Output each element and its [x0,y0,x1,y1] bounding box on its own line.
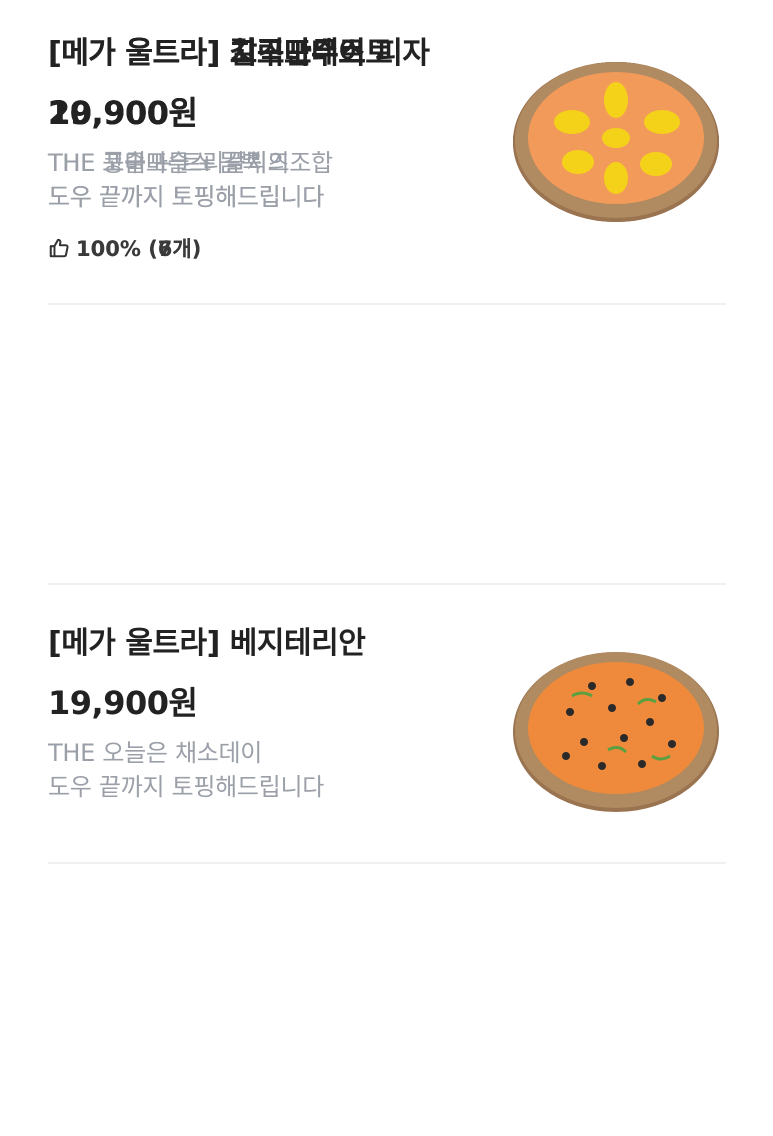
divider [48,862,726,864]
menu-item-price: 19,900원 [48,684,198,722]
menu-item-sweet-potato-mousse[interactable]: [메가 울트라] 고구마무스 피자 20,900원 THE 고구마무스 듬뿍 도… [0,0,773,280]
description-line-2: 도우 끝까지 토핑해드립니다 [48,773,325,801]
divider [48,583,726,585]
menu-item-vegetarian[interactable]: [메가 울트라] 베지테리안 19,900원 THE 오늘은 채소데이 도우 끝… [0,590,773,870]
rating-text: 100% (6개) [76,237,202,261]
divider [48,303,726,305]
pizza-image-vegetarian[interactable] [512,646,720,814]
thumbs-up-icon [49,238,69,258]
description-line-1: THE 오늘은 채소데이 [48,739,263,767]
menu-item-title: [메가 울트라] 고구마무스 피자 [48,36,430,71]
rating: 100% (6개) [48,233,201,263]
menu-item-description: THE 오늘은 채소데이 도우 끝까지 토핑해드립니다 [48,736,324,804]
description-line-2: 도우 끝까지 토핑해드립니다 [48,183,325,211]
menu-item-title: [메가 울트라] 베지테리안 [48,626,366,661]
menu-list: [메가 울트라] 치즈만수르 19,900원 THE 풍미 + 트리플치즈 도우… [0,0,773,1136]
description-line-1: THE 고구마무스 듬뿍 [48,149,263,177]
pizza-image-sweet-potato[interactable] [512,56,720,224]
menu-item-description: THE 고구마무스 듬뿍 도우 끝까지 토핑해드립니다 [48,146,324,214]
menu-item-price: 20,900원 [48,94,198,132]
